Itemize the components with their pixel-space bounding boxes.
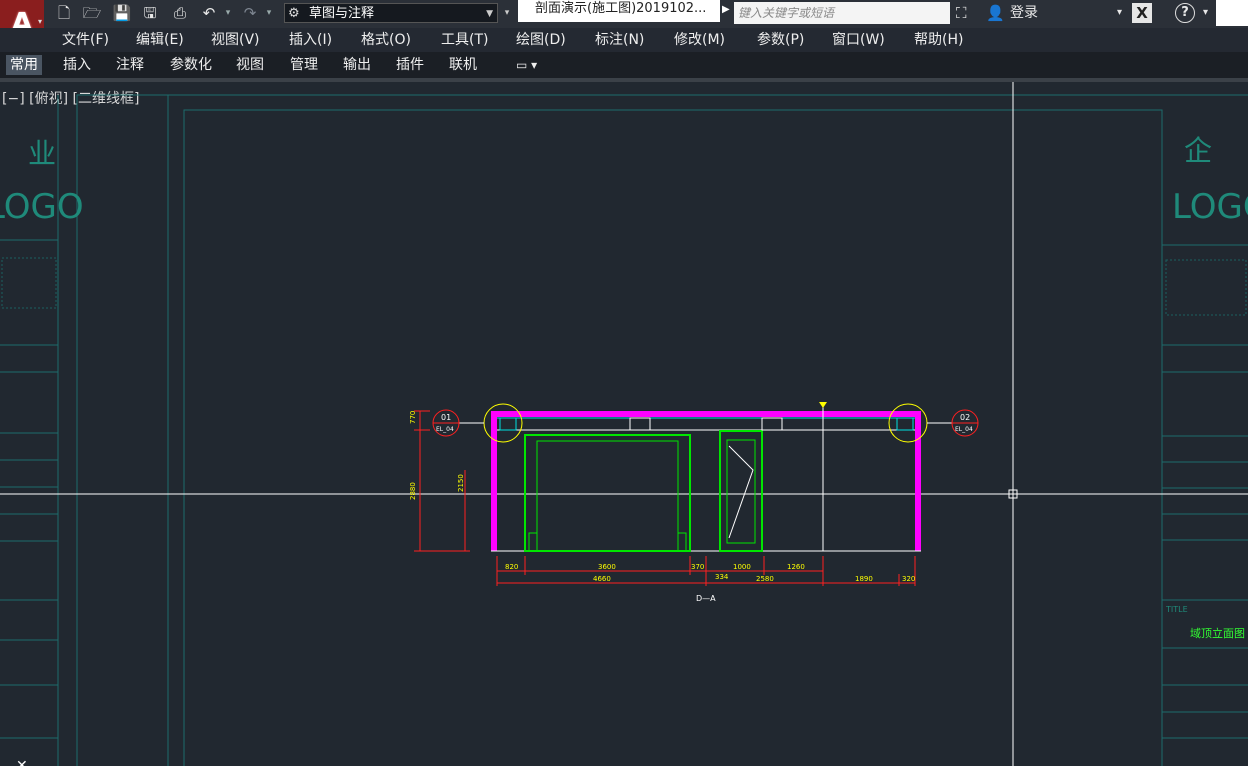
menu-edit[interactable]: 编辑(E) bbox=[136, 28, 184, 52]
exchange-apps-icon[interactable]: X bbox=[1132, 3, 1152, 23]
document-title: 剖面演示(施工图)2019102... bbox=[518, 0, 720, 22]
dim-text: 2880 bbox=[409, 482, 417, 500]
user-icon[interactable]: 👤 bbox=[986, 3, 1005, 23]
tab-annotate[interactable]: 注释 bbox=[112, 55, 148, 75]
menu-bar: 文件(F) 编辑(E) 视图(V) 插入(I) 格式(O) 工具(T) 绘图(D… bbox=[0, 28, 1248, 52]
ceiling-detail bbox=[761, 417, 783, 431]
title-bar: A ▾ 🗋 🗁 💾 🖫 ⎙ ↶ ▾ ↷ ▾ ⚙ 草图与注释 ▼ ▾ 剖面演示(施… bbox=[0, 0, 1248, 44]
print-icon[interactable]: ⎙ bbox=[170, 3, 190, 23]
callout-left-id: 01 bbox=[441, 413, 451, 422]
dim-text: 1260 bbox=[787, 563, 805, 571]
chevron-down-icon: ▾ bbox=[37, 17, 42, 26]
menu-dimension[interactable]: 标注(N) bbox=[595, 28, 644, 52]
dim-text: 2150 bbox=[457, 474, 465, 492]
undo-dropdown-icon[interactable]: ▾ bbox=[223, 3, 233, 23]
play-arrow-icon[interactable]: ▶ bbox=[722, 4, 730, 15]
window-controls[interactable] bbox=[1216, 0, 1248, 26]
left-logo-text: LOGO bbox=[0, 187, 84, 227]
right-logo-glyph: 企 bbox=[1184, 134, 1212, 167]
dim-text: 1890 bbox=[855, 575, 873, 583]
customize-toolbar-icon[interactable]: ▾ bbox=[500, 3, 514, 23]
menu-parameter[interactable]: 参数(P) bbox=[757, 28, 804, 52]
menu-modify[interactable]: 修改(M) bbox=[674, 28, 725, 52]
callout-right-id: 02 bbox=[960, 413, 970, 422]
ceiling-detail bbox=[896, 417, 914, 431]
tab-home[interactable]: 常用 bbox=[6, 55, 42, 75]
menu-view[interactable]: 视图(V) bbox=[211, 28, 260, 52]
ceiling-detail bbox=[629, 417, 651, 431]
menu-file[interactable]: 文件(F) bbox=[62, 28, 109, 52]
logo-glyph: 业 bbox=[28, 137, 56, 170]
redo-dropdown-icon[interactable]: ▾ bbox=[264, 3, 274, 23]
tab-view[interactable]: 视图 bbox=[232, 55, 268, 75]
jamb-right bbox=[677, 532, 687, 552]
workspace-label: 草图与注释 bbox=[309, 6, 375, 21]
redo-icon[interactable]: ↷ bbox=[240, 3, 260, 23]
help-icon[interactable]: ? bbox=[1175, 3, 1195, 23]
menu-draw[interactable]: 绘图(D) bbox=[516, 28, 566, 52]
dim-text: 820 bbox=[505, 563, 518, 571]
level-marker-icon bbox=[819, 402, 827, 408]
ribbon-toggle-icon[interactable]: ▭ ▾ bbox=[512, 55, 541, 75]
save-as-icon[interactable]: 🖫 bbox=[140, 3, 160, 23]
dim-text: 770 bbox=[409, 411, 417, 424]
undo-icon[interactable]: ↶ bbox=[199, 3, 219, 23]
right-title-block: 企 LOGO TITLE 域顶立面图 bbox=[1161, 110, 1248, 766]
tab-parametric[interactable]: 参数化 bbox=[166, 55, 216, 75]
chevron-down-icon[interactable]: ▾ bbox=[1117, 3, 1122, 23]
menu-help[interactable]: 帮助(H) bbox=[914, 28, 963, 52]
tab-insert[interactable]: 插入 bbox=[59, 55, 95, 75]
callout-left-sheet: EL_04 bbox=[436, 426, 454, 433]
tab-online[interactable]: 联机 bbox=[445, 55, 481, 75]
chevron-down-icon[interactable]: ▾ bbox=[1203, 3, 1208, 23]
jamb-left bbox=[528, 532, 538, 552]
dim-text: 320 bbox=[902, 575, 915, 583]
chevron-down-icon: ▼ bbox=[486, 9, 493, 19]
ceiling-detail bbox=[499, 417, 517, 431]
menu-tools[interactable]: 工具(T) bbox=[441, 28, 488, 52]
ucs-icon: ✕ bbox=[16, 758, 28, 766]
menu-window[interactable]: 窗口(W) bbox=[832, 28, 885, 52]
binoculars-icon[interactable]: ⛶ bbox=[956, 3, 967, 23]
opening-frame-outer bbox=[524, 434, 691, 552]
workspace-selector[interactable]: ⚙ 草图与注释 ▼ bbox=[284, 3, 498, 23]
wall-section-hatch bbox=[491, 411, 921, 551]
dim-text: 334 bbox=[715, 573, 729, 581]
left-title-block: 业 LOGO bbox=[0, 95, 84, 766]
title-label: TITLE bbox=[1165, 605, 1188, 614]
login-link[interactable]: 登录 bbox=[1010, 3, 1038, 23]
drawing-frame bbox=[183, 109, 1163, 766]
door-frame bbox=[719, 430, 763, 552]
detail-circle-right bbox=[888, 403, 928, 443]
save-icon[interactable]: 💾 bbox=[112, 3, 132, 23]
notes-block-right bbox=[1165, 259, 1247, 316]
dim-text: 370 bbox=[691, 563, 704, 571]
tab-manage[interactable]: 管理 bbox=[286, 55, 322, 75]
dim-text: 4660 bbox=[593, 575, 611, 583]
drawing-canvas[interactable]: 业 LOGO 企 LOGO TITLE 域顶立面图 bbox=[0, 82, 1248, 766]
open-folder-icon[interactable]: 🗁 bbox=[82, 3, 102, 23]
tab-output[interactable]: 输出 bbox=[339, 55, 375, 75]
gear-icon: ⚙ bbox=[288, 6, 300, 21]
sheet-title: 域顶立面图 bbox=[1190, 626, 1245, 640]
search-input[interactable]: 键入关键字或短语 bbox=[734, 2, 950, 24]
door-swing-marker bbox=[728, 445, 754, 539]
new-file-icon[interactable]: 🗋 bbox=[54, 3, 74, 23]
notes-block bbox=[1, 257, 57, 309]
tab-plugins[interactable]: 插件 bbox=[392, 55, 428, 75]
ribbon-tab-bar: 常用 插入 注释 参数化 视图 管理 输出 插件 联机 ▭ ▾ bbox=[0, 52, 1248, 78]
door-panel bbox=[726, 439, 756, 544]
menu-insert[interactable]: 插入(I) bbox=[289, 28, 332, 52]
elevation-drawing: 01 EL_04 02 EL_04 770 2880 2150 820 3600… bbox=[409, 402, 979, 603]
dim-text: 2580 bbox=[756, 575, 774, 583]
opening-frame-inner bbox=[536, 440, 679, 552]
view-name-label: D—A bbox=[696, 594, 716, 603]
dim-text: 1000 bbox=[733, 563, 751, 571]
dim-text: 3600 bbox=[598, 563, 616, 571]
right-logo-text: LOGO bbox=[1172, 187, 1248, 227]
callout-right-sheet: EL_04 bbox=[955, 426, 973, 433]
menu-format[interactable]: 格式(O) bbox=[361, 28, 411, 52]
